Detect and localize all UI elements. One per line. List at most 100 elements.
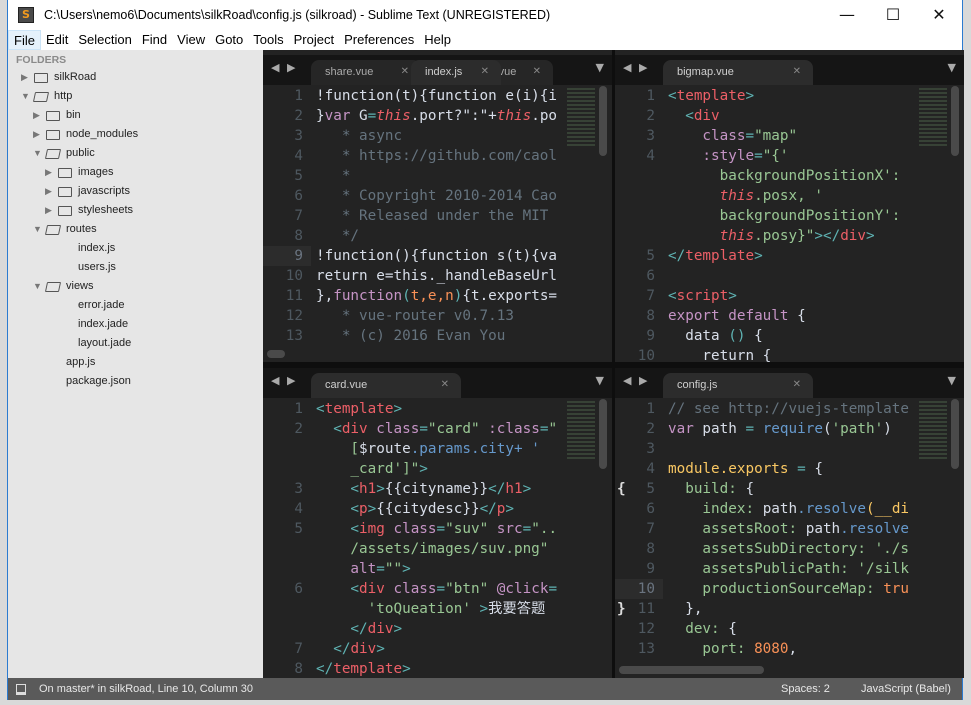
expanded-arrow-icon[interactable]: ▼ — [33, 144, 42, 163]
code-line: 7 assetsRoot: path.resolve — [615, 519, 964, 539]
fold-marker-icon[interactable]: } — [617, 599, 626, 619]
tab-share-vue[interactable]: share.vue ✕ — [311, 60, 421, 85]
editor-pane-bottom-right[interactable]: ◀ ▶ ▼ config.js ✕ 1 // see http://vuejs-templ… — [615, 363, 964, 678]
code-text: <div — [668, 106, 719, 126]
code-line: 6 index: path.resolve(__di — [615, 499, 964, 519]
syntax-selector[interactable]: JavaScript (Babel) — [861, 678, 951, 700]
tab-index-js[interactable]: index.js ✕ — [411, 60, 501, 85]
tree-item-index-jade[interactable]: index.jade — [8, 315, 263, 334]
code-area[interactable]: 1 !function(t){function e(i){i 2}var G=thi… — [263, 86, 612, 362]
tab-nav-arrows-icon[interactable]: ◀ ▶ — [271, 61, 297, 74]
code-token: > — [522, 481, 532, 497]
minimap[interactable] — [919, 401, 947, 461]
code-token: > — [866, 228, 875, 244]
tree-item-bin[interactable]: ▶ bin — [8, 106, 263, 125]
tab-dropdown-icon[interactable]: ▼ — [596, 61, 604, 74]
editor-pane-top-right[interactable]: ◀ ▶ ▼ bigmap.vue ✕ 1 <template> 2 <div 3 class=… — [615, 50, 964, 362]
indentation-setting[interactable]: Spaces: 2 — [781, 678, 830, 700]
collapsed-arrow-icon[interactable]: ▶ — [45, 163, 52, 182]
tree-item-app-js[interactable]: app.js — [8, 353, 263, 372]
tab-card-vue[interactable]: card.vue ✕ — [311, 373, 461, 398]
expanded-arrow-icon[interactable]: ▼ — [33, 277, 42, 296]
tree-item-stylesheets[interactable]: ▶ stylesheets — [8, 201, 263, 220]
tab-close-icon[interactable]: ✕ — [481, 60, 489, 84]
tab-close-icon[interactable]: ✕ — [401, 60, 409, 84]
tree-item-users-js[interactable]: users.js — [8, 258, 263, 277]
tab-close-icon[interactable]: ✕ — [793, 60, 801, 84]
tree-item-label: layout.jade — [78, 337, 132, 349]
menu-edit[interactable]: Edit — [41, 30, 73, 50]
code-line: 1 <template> — [263, 399, 612, 419]
fold-marker-icon[interactable]: { — [617, 479, 626, 499]
vertical-scrollbar[interactable] — [599, 399, 607, 469]
maximize-button[interactable]: ☐ — [870, 0, 916, 30]
tree-item-layout-jade[interactable]: layout.jade — [8, 334, 263, 353]
code-token: .posx, ' — [754, 188, 823, 204]
tab-close-icon[interactable]: ✕ — [441, 373, 449, 397]
expanded-arrow-icon[interactable]: ▼ — [33, 220, 42, 239]
code-area[interactable]: 1 // see http://vuejs-template 2 var path =… — [615, 399, 964, 678]
tab-config-js[interactable]: config.js ✕ — [663, 373, 813, 398]
menu-view[interactable]: View — [172, 30, 210, 50]
tree-item-views[interactable]: ▼ views — [8, 277, 263, 296]
minimap[interactable] — [919, 88, 947, 148]
tree-item-http[interactable]: ▼ http — [8, 87, 263, 106]
vertical-scrollbar[interactable] — [951, 399, 959, 469]
tab-bigmap-vue[interactable]: bigmap.vue ✕ — [663, 60, 813, 85]
collapsed-arrow-icon[interactable]: ▶ — [45, 201, 52, 220]
collapsed-arrow-icon[interactable]: ▶ — [33, 106, 40, 125]
tab-close-icon[interactable]: ✕ — [793, 373, 801, 397]
code-area[interactable]: 1 <template> 2 <div class="card" :class=" … — [263, 399, 612, 678]
code-token: */ — [316, 228, 360, 244]
menu-file[interactable]: File — [8, 30, 41, 50]
collapsed-arrow-icon[interactable]: ▶ — [33, 125, 40, 144]
tree-item-index-js[interactable]: index.js — [8, 239, 263, 258]
code-text: <div class="card" :class=" — [316, 419, 557, 439]
code-text: <template> — [668, 86, 754, 106]
code-token: "btn" — [445, 581, 489, 597]
tree-item-package-json[interactable]: package.json — [8, 372, 263, 391]
code-token: </ — [316, 661, 334, 677]
tree-item-javascripts[interactable]: ▶ javascripts — [8, 182, 263, 201]
menu-find[interactable]: Find — [137, 30, 172, 50]
tree-item-routes[interactable]: ▼ routes — [8, 220, 263, 239]
tab-dropdown-icon[interactable]: ▼ — [948, 61, 956, 74]
code-token: tru — [883, 581, 910, 597]
menu-project[interactable]: Project — [289, 30, 339, 50]
menu-preferences[interactable]: Preferences — [339, 30, 419, 50]
tab-close-icon[interactable]: ✕ — [533, 60, 541, 84]
collapsed-arrow-icon[interactable]: ▶ — [21, 68, 28, 87]
menu-tools[interactable]: Tools — [248, 30, 288, 50]
code-area[interactable]: 1 <template> 2 <div 3 class="map" 4 :style="… — [615, 86, 964, 362]
tree-item-node_modules[interactable]: ▶ node_modules — [8, 125, 263, 144]
tree-item-error-jade[interactable]: error.jade — [8, 296, 263, 315]
line-number: 3 — [294, 481, 303, 497]
vertical-scrollbar[interactable] — [599, 86, 607, 156]
minimize-button[interactable]: — — [824, 0, 870, 30]
tree-item-silkRoad[interactable]: ▶ silkRoad — [8, 68, 263, 87]
line-number: 2 — [294, 421, 303, 437]
vertical-scrollbar[interactable] — [951, 86, 959, 156]
tab-nav-arrows-icon[interactable]: ◀ ▶ — [623, 61, 649, 74]
tab-nav-arrows-icon[interactable]: ◀ ▶ — [623, 374, 649, 387]
tab-dropdown-icon[interactable]: ▼ — [948, 374, 956, 387]
horizontal-scrollbar[interactable] — [267, 350, 285, 358]
line-number: 8 — [294, 661, 303, 677]
editor-pane-top-left[interactable]: ◀ ▶ ▼ share.vue ✕ index.js ✕ ts.vue ✕ 1 !function… — [263, 50, 612, 362]
collapsed-arrow-icon[interactable]: ▶ — [45, 182, 52, 201]
horizontal-scrollbar[interactable] — [619, 666, 764, 674]
tab-dropdown-icon[interactable]: ▼ — [596, 374, 604, 387]
close-button[interactable]: ✕ — [916, 0, 962, 30]
tree-item-public[interactable]: ▼ public — [8, 144, 263, 163]
expanded-arrow-icon[interactable]: ▼ — [21, 87, 30, 106]
menu-selection[interactable]: Selection — [73, 30, 136, 50]
editor-pane-bottom-left[interactable]: ◀ ▶ ▼ card.vue ✕ 1 <template> 2 <div class="ca… — [263, 363, 612, 678]
minimap[interactable] — [567, 88, 595, 148]
menu-goto[interactable]: Goto — [210, 30, 248, 50]
panel-toggle-icon[interactable] — [16, 684, 26, 695]
tab-nav-arrows-icon[interactable]: ◀ ▶ — [271, 374, 297, 387]
menu-help[interactable]: Help — [419, 30, 456, 50]
tree-item-images[interactable]: ▶ images — [8, 163, 263, 182]
minimap[interactable] — [567, 401, 595, 461]
pane-divider-horizontal[interactable] — [263, 362, 964, 368]
